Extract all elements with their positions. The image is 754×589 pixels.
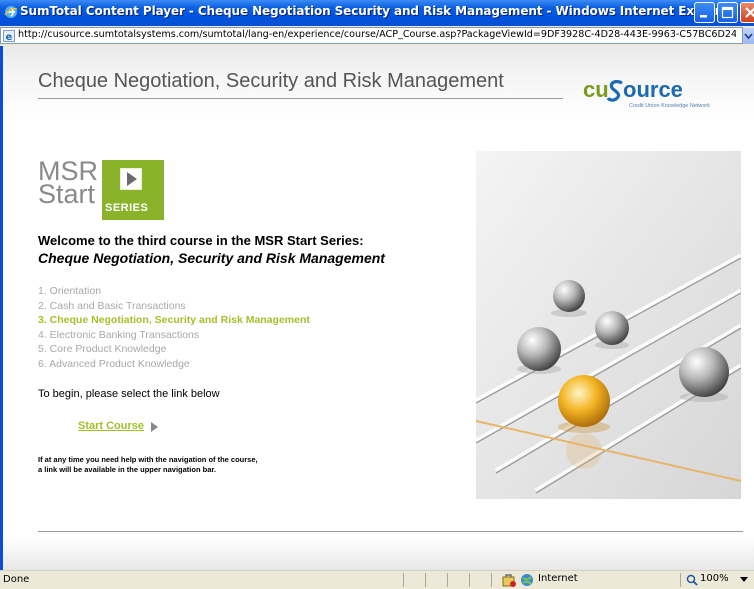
zoom-level[interactable]: 100% — [700, 573, 729, 584]
logo-ource: ource — [623, 77, 683, 102]
address-field[interactable]: e http://cusource.sumtotalsystems.com/su… — [0, 27, 743, 44]
zoom-icon — [686, 574, 698, 586]
list-item: 1. Orientation — [38, 285, 102, 297]
status-separator — [491, 573, 492, 587]
title-divider — [38, 98, 563, 99]
status-separator — [447, 573, 448, 587]
globe-icon — [521, 574, 533, 586]
page-title: Cheque Negotiation, Security and Risk Ma… — [38, 70, 504, 92]
zoom-dropdown-icon[interactable] — [740, 577, 748, 583]
maximize-button[interactable] — [717, 2, 738, 23]
footer-bar — [3, 538, 754, 570]
status-text: Done — [3, 574, 30, 585]
welcome-heading: Welcome to the third course in the MSR S… — [38, 233, 364, 248]
status-separator — [469, 573, 470, 587]
maximize-icon — [721, 6, 734, 19]
msr-start-series-logo: MSR Start SERIES — [38, 158, 168, 220]
course-series-list: 1. Orientation 2. Cash and Basic Transac… — [38, 284, 310, 371]
minimize-icon — [700, 15, 707, 18]
course-name: Cheque Negotiation, Security and Risk Ma… — [38, 250, 385, 266]
logo-cu: cu — [583, 77, 609, 102]
help-text-line2: a link will be available in the upper na… — [38, 465, 216, 474]
status-bar: Done Internet 100% — [0, 570, 754, 589]
address-url[interactable]: http://cusource.sumtotalsystems.com/sumt… — [18, 29, 736, 40]
footer-divider — [38, 531, 743, 532]
address-bar: e http://cusource.sumtotalsystems.com/su… — [0, 26, 754, 47]
cusource-logo: cu ource Credit Union Knowledge Network — [583, 77, 743, 111]
start-course-link[interactable]: Start Course — [78, 420, 144, 432]
status-separator — [425, 573, 426, 587]
msr-start-text: MSR Start — [38, 158, 98, 209]
help-text-line1: If at any time you need help with the na… — [38, 455, 258, 464]
begin-instruction: To begin, please select the link below — [38, 388, 220, 400]
close-icon — [745, 7, 754, 18]
status-separator — [403, 573, 404, 587]
security-zone[interactable]: Internet — [538, 573, 578, 584]
hero-image-spheres — [476, 151, 741, 499]
address-dropdown-button[interactable] — [743, 28, 754, 44]
status-separator — [680, 573, 681, 587]
svg-text:e: e — [6, 32, 13, 42]
close-button[interactable] — [740, 2, 754, 23]
series-badge: SERIES — [102, 160, 164, 220]
window-title: SumTotal Content Player - Cheque Negotia… — [20, 4, 735, 18]
ie-icon — [4, 6, 18, 18]
play-icon — [120, 168, 142, 190]
window-title-bar[interactable]: SumTotal Content Player - Cheque Negotia… — [0, 0, 754, 26]
msr-line2: Start — [38, 179, 96, 209]
course-page: Cheque Negotiation, Security and Risk Ma… — [3, 46, 754, 570]
list-item: 5. Core Product Knowledge — [38, 343, 167, 355]
series-label: SERIES — [105, 202, 149, 214]
arrow-right-icon[interactable] — [150, 422, 159, 432]
chevron-down-icon — [744, 33, 753, 40]
list-item: 2. Cash and Basic Transactions — [38, 299, 186, 312]
list-item: 6. Advanced Product Knowledge — [38, 357, 190, 370]
lock-warning-icon[interactable] — [502, 573, 516, 587]
ie-page-icon: e — [3, 30, 15, 42]
minimize-button[interactable] — [694, 2, 715, 23]
list-item: 4. Electronic Banking Transactions — [38, 328, 200, 341]
logo-tagline: Credit Union Knowledge Network — [629, 103, 711, 109]
list-item-current: 3. Cheque Negotiation, Security and Risk… — [38, 314, 310, 326]
